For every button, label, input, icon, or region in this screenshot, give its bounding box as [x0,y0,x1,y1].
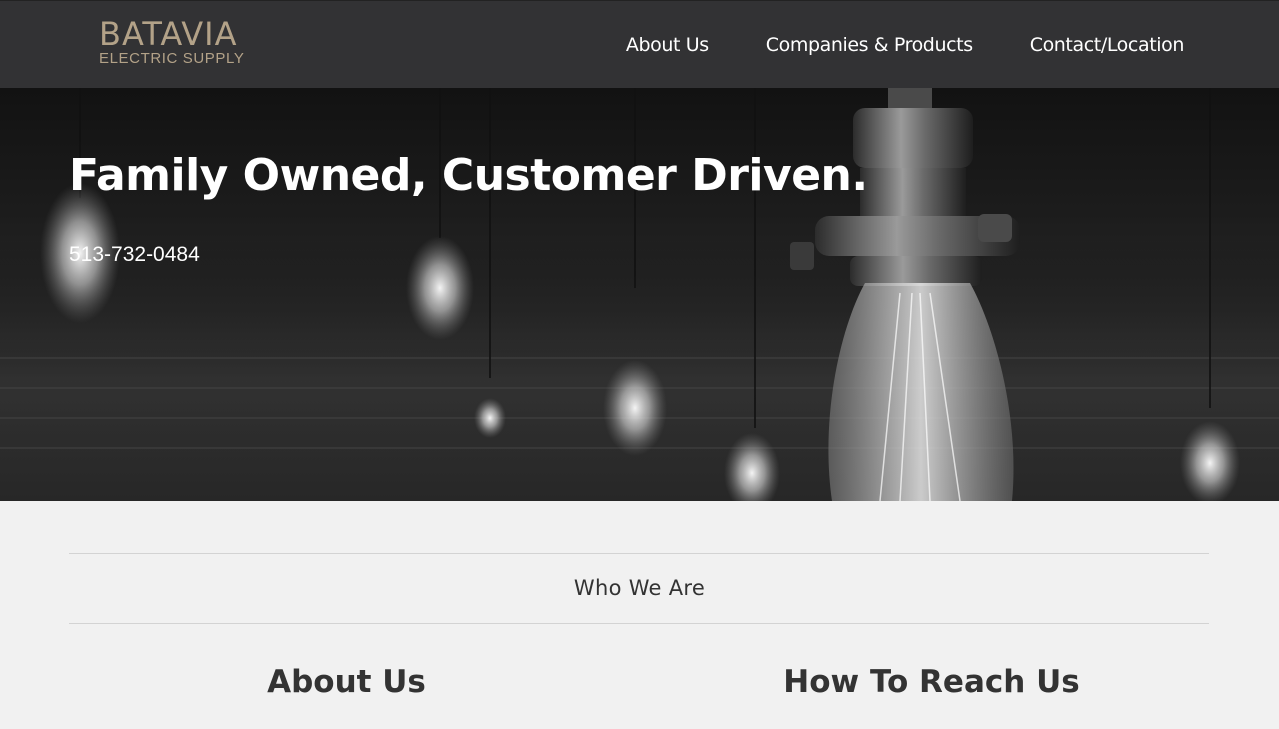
nav-link-companies-products[interactable]: Companies & Products [766,34,973,56]
how-to-reach-us-heading: How To Reach Us [783,664,1080,700]
about-us-heading: About Us [267,664,426,700]
nav-link-contact-location[interactable]: Contact/Location [1030,34,1185,56]
logo-tagline: ELECTRIC SUPPLY [99,50,245,67]
section-divider-top [69,553,1209,554]
top-navigation-bar: BATAVIA ELECTRIC SUPPLY About Us Compani… [0,0,1279,88]
nav-link-about-us[interactable]: About Us [626,34,709,56]
section-label: Who We Are [573,576,706,600]
hero-title: Family Owned, Customer Driven. [69,150,868,201]
section-divider-bottom [69,623,1209,624]
hero-phone-number[interactable]: 513-732-0484 [69,243,200,267]
main-nav: About Us Companies & Products Contact/Lo… [626,34,1184,56]
batavia-logo[interactable]: BATAVIA ELECTRIC SUPPLY [99,18,244,67]
logo-wordmark: BATAVIA [99,15,238,53]
hero-banner: Family Owned, Customer Driven. 513-732-0… [0,88,1279,501]
